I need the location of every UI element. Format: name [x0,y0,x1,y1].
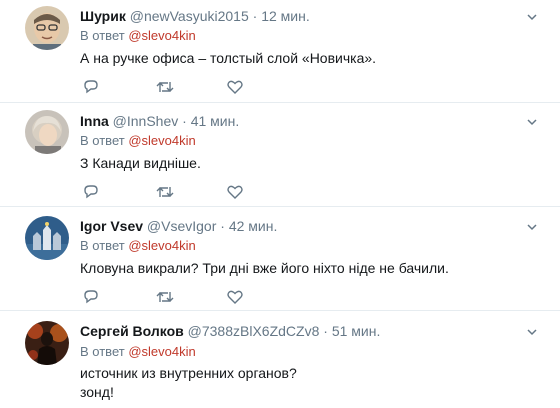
timestamp[interactable]: 51 мин. [332,323,381,339]
chevron-down-icon[interactable] [526,220,538,232]
mention-link[interactable]: @slevo4kin [128,28,195,43]
display-name[interactable]: Сергей Волков [80,323,184,339]
reply-context: В ответ @slevo4kin [80,27,196,45]
mention-link[interactable]: @slevo4kin [128,344,195,359]
chevron-down-icon[interactable] [526,325,538,337]
retweet-icon[interactable] [155,183,175,201]
tweet[interactable]: Igor Vsev @VsevIgor · 42 мин. В ответ @s… [0,207,560,311]
retweet-icon[interactable] [155,78,175,96]
timestamp[interactable]: 42 мин. [229,218,278,234]
retweet-icon[interactable] [155,288,175,306]
username[interactable]: @7388zBlX6ZdCZv8 [188,323,320,339]
heart-icon[interactable] [226,78,246,96]
timestamp[interactable]: 41 мин. [191,113,240,129]
reply-context: В ответ @slevo4kin [80,132,196,150]
tweet[interactable]: Inna @InnShev · 41 мин. В ответ @slevo4k… [0,103,560,207]
display-name[interactable]: Igor Vsev [80,218,143,234]
reply-prefix: В ответ [80,344,125,359]
avatar[interactable] [25,6,69,50]
avatar[interactable] [25,321,69,365]
tweet-text: Кловуна викрали? Три дні вже його ніхто … [80,260,449,276]
separator-dot: · [252,8,258,24]
avatar[interactable] [25,216,69,260]
tweet-text: З Канади видніше. [80,155,201,171]
separator-dot: · [323,323,328,339]
reply-context: В ответ @slevo4kin [80,237,196,255]
timestamp[interactable]: 12 мин. [261,8,310,24]
reply-icon[interactable] [82,78,102,96]
avatar[interactable] [25,110,69,154]
chevron-down-icon[interactable] [526,115,538,127]
tweet[interactable]: Шурик @newVasyuki2015 · 12 мин. В ответ … [0,0,560,103]
display-name[interactable]: Inna [80,113,109,129]
tweet-header: Сергей Волков @7388zBlX6ZdCZv8 · 51 мин. [80,322,380,340]
reply-prefix: В ответ [80,238,125,253]
separator-dot: · [182,113,187,129]
separator-dot: · [220,218,225,234]
tweet-header: Inna @InnShev · 41 мин. [80,112,239,130]
tweet-text: источник из внутренних органов? [80,365,297,381]
username[interactable]: @newVasyuki2015 [130,8,249,24]
tweet-text-line: зонд! [80,384,114,400]
username[interactable]: @VsevIgor [147,218,216,234]
tweet-header: Igor Vsev @VsevIgor · 42 мин. [80,217,277,235]
chevron-down-icon[interactable] [526,10,538,22]
heart-icon[interactable] [226,183,246,201]
reply-context: В ответ @slevo4kin [80,343,196,361]
tweet-header: Шурик @newVasyuki2015 · 12 мин. [80,7,310,25]
reply-icon[interactable] [82,288,102,306]
mention-link[interactable]: @slevo4kin [128,133,195,148]
heart-icon[interactable] [226,288,246,306]
reply-prefix: В ответ [80,28,125,43]
tweet[interactable]: Сергей Волков @7388zBlX6ZdCZv8 · 51 мин.… [0,311,560,408]
mention-link[interactable]: @slevo4kin [128,238,195,253]
reply-prefix: В ответ [80,133,125,148]
tweet-text: А на ручке офиса – толстый слой «Новичка… [80,50,377,66]
reply-icon[interactable] [82,183,102,201]
username[interactable]: @InnShev [113,113,179,129]
display-name[interactable]: Шурик [80,8,126,24]
